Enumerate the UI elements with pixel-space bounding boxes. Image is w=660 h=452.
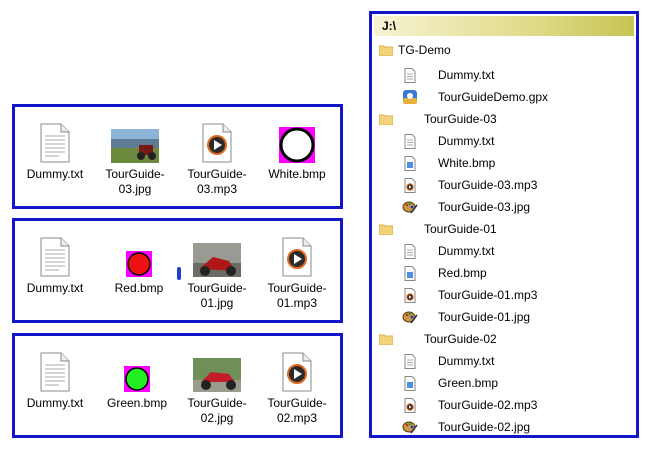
audio-file-icon xyxy=(402,287,418,303)
file-item-tourguide-02-jpg[interactable]: TourGuide- 02.jpg xyxy=(183,348,251,426)
file-item-tourguide-02-mp3[interactable]: TourGuide- 02.mp3 xyxy=(263,348,331,426)
file-item-label: Dummy.txt xyxy=(26,396,84,410)
tree-row-label: TourGuide-01.jpg xyxy=(438,310,531,324)
text-cursor-mark xyxy=(177,267,181,280)
file-item-label: TourGuide- 02.jpg xyxy=(187,396,247,425)
tree-row-label: Dummy.txt xyxy=(438,244,495,258)
folder-icon xyxy=(378,42,394,58)
text-file-icon xyxy=(402,243,418,259)
tree-row-label: TourGuide-02 xyxy=(424,332,497,346)
tree-row-label: White.bmp xyxy=(438,156,496,170)
text-file-icon xyxy=(21,119,89,163)
bitmap-file-icon xyxy=(402,375,418,391)
text-file-icon xyxy=(402,353,418,369)
file-item-label: TourGuide- 02.mp3 xyxy=(267,396,327,425)
file-item-label: TourGuide- 01.jpg xyxy=(187,281,247,310)
tree-row-label: Dummy.txt xyxy=(438,134,495,148)
tree-row-label: TourGuide-01.mp3 xyxy=(438,288,538,302)
file-view-panel-1: Dummy.txt TourGuide- 03.jpg TourGuide- 0… xyxy=(12,104,343,209)
gpx-app-icon xyxy=(402,89,418,105)
audio-file-icon xyxy=(263,233,331,277)
file-item-tourguide-03-jpg[interactable]: TourGuide- 03.jpg xyxy=(101,119,169,197)
folder-icon xyxy=(378,331,394,347)
file-item-tourguide-01-jpg[interactable]: TourGuide- 01.jpg xyxy=(183,233,251,311)
tree-row-label: Dummy.txt xyxy=(438,68,495,82)
file-item-label: Dummy.txt xyxy=(26,167,84,181)
tree-row-label: Dummy.txt xyxy=(438,354,495,368)
file-item-dummy-txt[interactable]: Dummy.txt xyxy=(21,119,89,182)
tree-row-label: TourGuideDemo.gpx xyxy=(438,90,549,104)
photo-thumbnail-red-bike xyxy=(183,348,251,392)
file-item-dummy-txt[interactable]: Dummy.txt xyxy=(21,233,89,296)
tree-row-label: TourGuide-01 xyxy=(424,222,497,236)
text-file-icon xyxy=(21,233,89,277)
file-item-label: White.bmp xyxy=(268,167,326,181)
audio-file-icon xyxy=(263,348,331,392)
file-item-label: TourGuide- 03.jpg xyxy=(105,167,165,196)
tree-row-label: TourGuide-02.jpg xyxy=(438,420,531,434)
photo-thumbnail-motorbike xyxy=(183,233,251,277)
tree-row-label: TourGuide-02.mp3 xyxy=(438,398,538,412)
folder-icon xyxy=(378,111,394,127)
image-file-icon xyxy=(402,199,418,215)
folder-tree-panel: J:\ TG-Demo Dummy.txt TourGuideDemo.gpx Tou… xyxy=(369,11,639,438)
file-item-label: Red.bmp xyxy=(114,281,164,295)
file-item-label: Dummy.txt xyxy=(26,281,84,295)
file-item-dummy-txt[interactable]: Dummy.txt xyxy=(21,348,89,411)
file-item-tourguide-03-mp3[interactable]: TourGuide- 03.mp3 xyxy=(183,119,251,197)
tree-row-label: TG-Demo xyxy=(398,43,451,57)
file-view-panel-3: Dummy.txt Green.bmp TourGuide- 02.jpg To… xyxy=(12,333,343,438)
file-item-tourguide-01-mp3[interactable]: TourGuide- 01.mp3 xyxy=(263,233,331,311)
photo-thumbnail-lake xyxy=(101,119,169,163)
text-file-icon xyxy=(21,348,89,392)
green-circle-bitmap xyxy=(103,348,171,392)
text-file-icon xyxy=(402,67,418,83)
audio-file-icon xyxy=(183,119,251,163)
file-item-red-bmp[interactable]: Red.bmp xyxy=(105,233,173,296)
red-circle-bitmap xyxy=(105,233,173,277)
image-file-icon xyxy=(402,419,418,435)
file-view-panel-2: Dummy.txt Red.bmp TourGuide- 01.jpg Tour… xyxy=(12,218,343,323)
bitmap-file-icon xyxy=(402,155,418,171)
tree-row-label: Green.bmp xyxy=(438,376,499,390)
tree-row-label: TourGuide-03 xyxy=(424,112,497,126)
white-circle-bitmap xyxy=(263,119,331,163)
audio-file-icon xyxy=(402,397,418,413)
bitmap-file-icon xyxy=(402,265,418,281)
tree-row-label: TourGuide-03.jpg xyxy=(438,200,531,214)
audio-file-icon xyxy=(402,177,418,193)
file-item-label: Green.bmp xyxy=(106,396,168,410)
file-item-label: TourGuide- 03.mp3 xyxy=(187,167,247,196)
folder-icon xyxy=(378,221,394,237)
image-file-icon xyxy=(402,309,418,325)
file-item-label: TourGuide- 01.mp3 xyxy=(267,281,327,310)
tree-row-label: TourGuide-03.mp3 xyxy=(438,178,538,192)
tree-row-label: Red.bmp xyxy=(438,266,487,280)
text-file-icon xyxy=(402,133,418,149)
file-item-green-bmp[interactable]: Green.bmp xyxy=(103,348,171,411)
tree-root-header[interactable]: J:\ xyxy=(374,16,634,36)
file-item-white-bmp[interactable]: White.bmp xyxy=(263,119,331,182)
